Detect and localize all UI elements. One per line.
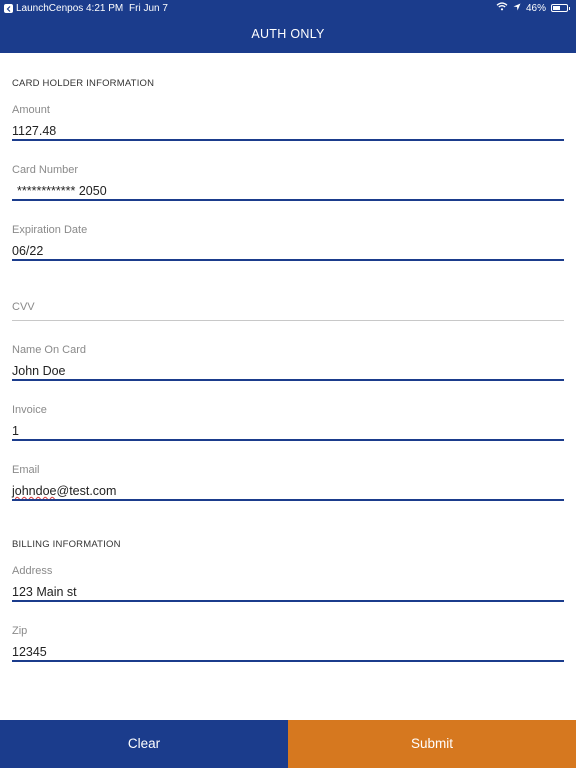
zip-field[interactable]: Zip 12345	[12, 625, 564, 662]
cvv-field[interactable]: CVV	[12, 301, 564, 321]
email-spellcheck-word: johndoe	[12, 484, 57, 498]
address-input[interactable]: 123 Main st	[12, 585, 564, 600]
email-input[interactable]: johndoe@test.com	[12, 484, 564, 499]
submit-button[interactable]: Submit	[288, 720, 576, 768]
header-bar: LaunchCenpos 4:21 PM Fri Jun 7 46% AUTH …	[0, 0, 576, 53]
invoice-field[interactable]: Invoice 1	[12, 404, 564, 441]
address-underline	[12, 600, 564, 602]
battery-icon	[551, 4, 570, 12]
expiration-date-label: Expiration Date	[12, 224, 88, 236]
status-date: Fri Jun 7	[129, 3, 168, 14]
expiration-date-field[interactable]: Expiration Date 06/22	[12, 224, 564, 261]
card-number-input[interactable]: ************ 2050	[12, 184, 564, 199]
back-arrow-icon	[4, 4, 13, 13]
expiration-date-input[interactable]: 06/22	[12, 244, 564, 259]
zip-label: Zip	[12, 625, 28, 637]
status-bar: LaunchCenpos 4:21 PM Fri Jun 7 46%	[0, 0, 576, 17]
name-on-card-underline	[12, 379, 564, 381]
amount-underline	[12, 139, 564, 141]
billing-section-heading: BILLING INFORMATION	[12, 539, 121, 550]
email-field[interactable]: Email johndoe@test.com	[12, 464, 564, 501]
amount-label: Amount	[12, 104, 50, 116]
cvv-placeholder[interactable]: CVV	[12, 301, 564, 313]
email-domain: @test.com	[56, 484, 117, 498]
card-holder-section-heading: CARD HOLDER INFORMATION	[12, 78, 155, 89]
amount-field[interactable]: Amount 1127.48	[12, 104, 564, 141]
cvv-underline	[12, 320, 564, 321]
name-on-card-input[interactable]: John Doe	[12, 364, 564, 379]
amount-input[interactable]: 1127.48	[12, 124, 564, 139]
address-field[interactable]: Address 123 Main st	[12, 565, 564, 602]
card-number-label: Card Number	[12, 164, 79, 176]
invoice-input[interactable]: 1	[12, 424, 564, 439]
clear-button[interactable]: Clear	[0, 720, 288, 768]
location-icon	[513, 3, 521, 14]
name-on-card-field[interactable]: Name On Card John Doe	[12, 344, 564, 381]
card-number-underline	[12, 199, 564, 201]
name-on-card-label: Name On Card	[12, 344, 86, 356]
zip-input[interactable]: 12345	[12, 645, 564, 660]
back-app-label: LaunchCenpos	[16, 3, 84, 14]
status-right: 46%	[496, 2, 570, 14]
page-title: AUTH ONLY	[251, 27, 325, 41]
zip-underline	[12, 660, 564, 662]
email-label: Email	[12, 464, 40, 476]
email-underline	[12, 499, 564, 501]
wifi-icon	[496, 2, 508, 14]
address-label: Address	[12, 565, 53, 577]
invoice-underline	[12, 439, 564, 441]
battery-percent: 46%	[525, 2, 546, 14]
back-to-app[interactable]: LaunchCenpos	[4, 3, 83, 14]
status-time: 4:21 PM	[86, 3, 124, 14]
invoice-label: Invoice	[12, 404, 47, 416]
card-number-field[interactable]: Card Number ************ 2050	[12, 164, 564, 201]
expiration-date-underline	[12, 259, 564, 261]
